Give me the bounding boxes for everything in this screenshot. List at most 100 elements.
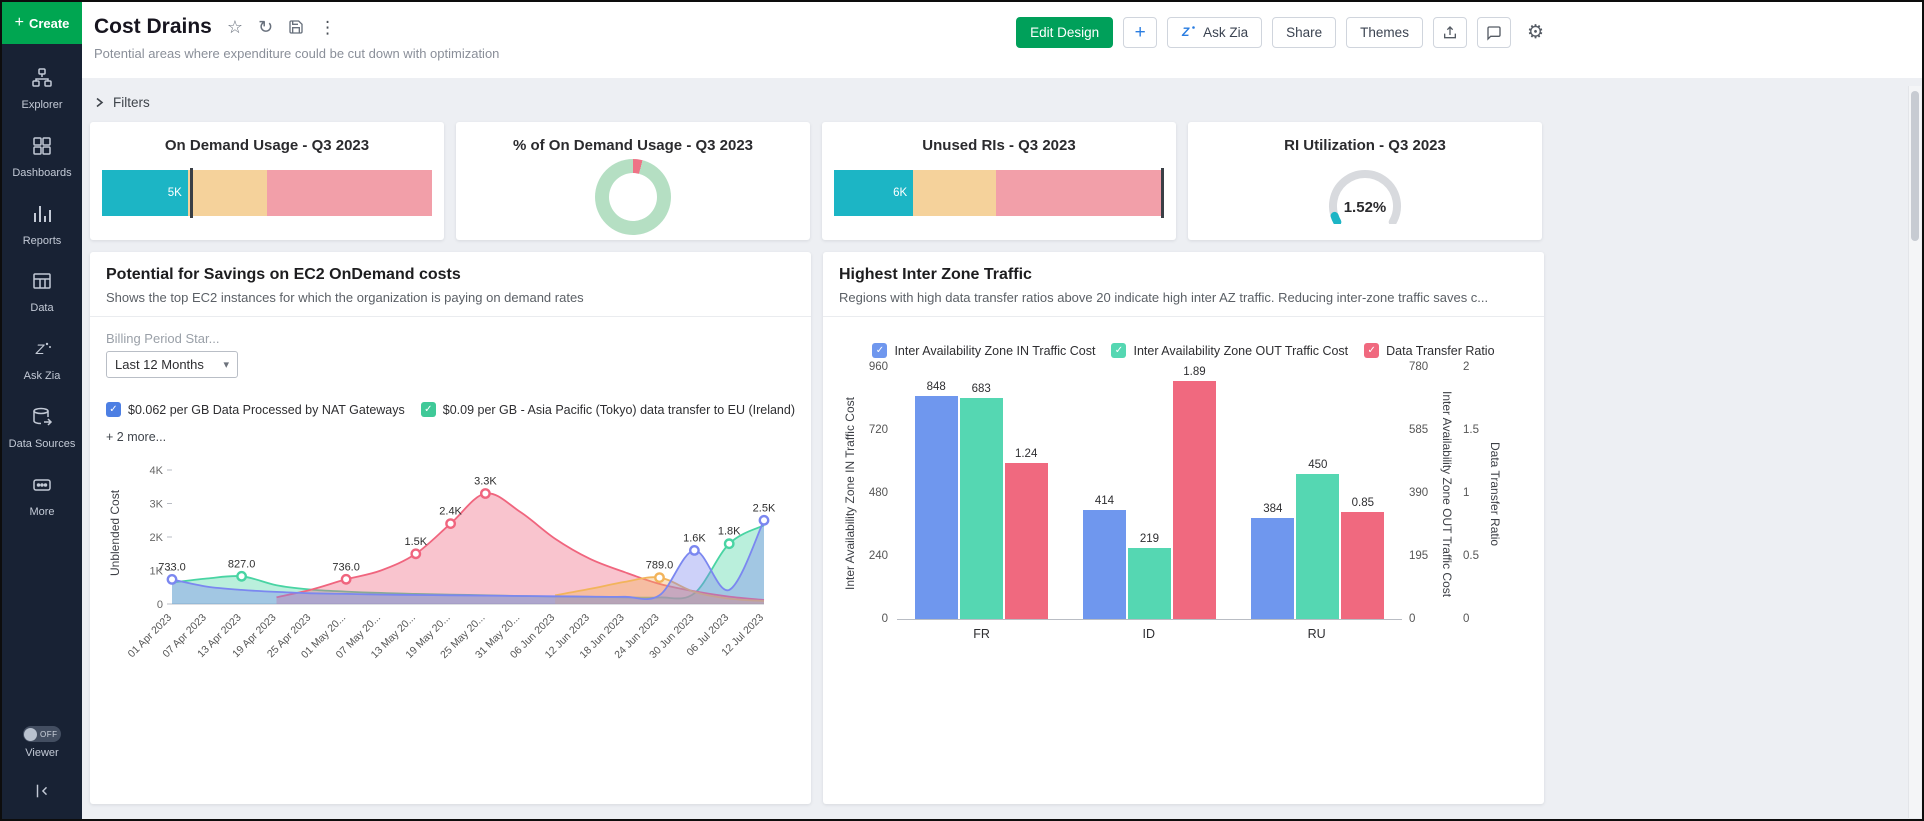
viewer-toggle-item[interactable]: OFF Viewer — [2, 715, 82, 772]
sidebar-item-label: More — [29, 506, 54, 520]
right-y-axis-1-title: Inter Availability Zone OUT Traffic Cost — [1438, 368, 1456, 620]
kpi-title: On Demand Usage - Q3 2023 — [90, 137, 444, 154]
bar[interactable]: 0.85 — [1341, 497, 1384, 619]
area-chart-plot[interactable]: 4K3K2K1K0733.0827.0736.01.5K2.4K3.3K789.… — [124, 458, 789, 681]
toggle-state-label: OFF — [40, 730, 58, 739]
axis-tick-label: 585 — [1409, 424, 1428, 436]
legend-label: Inter Availability Zone OUT Traffic Cost — [1133, 344, 1348, 358]
share-button[interactable]: Share — [1272, 17, 1336, 48]
toggle-knob — [24, 728, 37, 741]
comment-button[interactable] — [1477, 17, 1511, 48]
bar-value-label: 450 — [1308, 459, 1327, 471]
legend-item[interactable]: ✓ Inter Availability Zone IN Traffic Cos… — [872, 343, 1095, 358]
ask-zia-button[interactable]: Z Ask Zia — [1167, 17, 1262, 48]
bar[interactable]: 848 — [915, 381, 958, 619]
data-point-marker[interactable] — [655, 573, 663, 581]
sidebar-item-data-sources[interactable]: Data Sources — [2, 395, 82, 463]
svg-text:3K: 3K — [150, 499, 164, 511]
data-point-marker[interactable] — [412, 550, 420, 558]
svg-text:736.0: 736.0 — [332, 561, 360, 573]
sidebar-item-dashboards[interactable]: Dashboards — [2, 124, 82, 192]
bar[interactable]: 384 — [1251, 503, 1294, 619]
legend-label: Data Transfer Ratio — [1386, 344, 1494, 358]
data-point-marker[interactable] — [342, 575, 350, 583]
data-point-marker[interactable] — [446, 519, 454, 527]
bullet-segment[interactable]: 6K — [834, 170, 913, 216]
data-point-marker[interactable] — [168, 575, 176, 583]
filters-toggle[interactable]: Filters — [90, 86, 1922, 118]
kpi-card-unused-ris[interactable]: Unused RIs - Q3 2023 6K — [822, 122, 1176, 240]
edit-design-button[interactable]: Edit Design — [1016, 17, 1113, 48]
legend-item[interactable]: ✓ Inter Availability Zone OUT Traffic Co… — [1111, 343, 1348, 358]
add-button[interactable]: + — [1123, 17, 1157, 48]
svg-text:2K: 2K — [150, 532, 164, 544]
billing-period-dropdown[interactable]: Last 12 Months ▾ — [106, 351, 238, 378]
sidebar-item-reports[interactable]: Reports — [2, 192, 82, 260]
bullet-segment[interactable] — [996, 170, 1164, 216]
bar[interactable]: 219 — [1128, 533, 1171, 619]
sidebar-item-explorer[interactable]: Explorer — [2, 56, 82, 124]
bar[interactable]: 1.89 — [1173, 366, 1216, 619]
themes-button[interactable]: Themes — [1346, 17, 1423, 48]
legend-checkbox-icon[interactable]: ✓ — [106, 402, 121, 417]
bullet-segment[interactable] — [188, 170, 267, 216]
save-icon[interactable] — [288, 19, 304, 35]
sidebar-item-label: Reports — [23, 235, 62, 249]
legend-item[interactable]: ✓ $0.09 per GB - Asia Pacific (Tokyo) da… — [421, 402, 795, 417]
bullet-value-label: 6K — [893, 187, 913, 199]
favorite-star-icon[interactable]: ☆ — [227, 18, 243, 36]
check-icon: ✓ — [876, 345, 884, 356]
data-point-marker[interactable] — [725, 540, 733, 548]
gauge-value: 1.52% — [1344, 199, 1387, 216]
more-options-icon[interactable]: ⋮ — [319, 19, 336, 36]
sidebar-item-more[interactable]: More — [2, 463, 82, 531]
vertical-scrollbar[interactable] — [1908, 86, 1921, 818]
bullet-segment[interactable] — [913, 170, 996, 216]
bullet-segment[interactable]: 5K — [102, 170, 188, 216]
svg-text:3.3K: 3.3K — [474, 476, 497, 488]
bar[interactable]: 683 — [960, 383, 1003, 619]
sidebar-bottom: OFF Viewer — [2, 715, 82, 819]
legend-item[interactable]: ✓ Data Transfer Ratio — [1364, 343, 1494, 358]
explorer-icon — [31, 67, 53, 94]
bar[interactable]: 450 — [1296, 459, 1339, 619]
panel-body: Billing Period Star... Last 12 Months ▾ … — [90, 317, 811, 681]
legend-checkbox-icon[interactable]: ✓ — [872, 343, 887, 358]
sidebar-item-label: Data — [30, 302, 53, 316]
right-axis-1-ticks: 7805853901950 — [1402, 368, 1438, 620]
settings-gear-icon[interactable]: ⚙ — [1527, 21, 1544, 44]
kpi-title: Unused RIs - Q3 2023 — [822, 137, 1176, 154]
axis-tick-label: 1.5 — [1463, 424, 1479, 436]
data-point-marker[interactable] — [760, 516, 768, 524]
export-button[interactable] — [1433, 17, 1467, 48]
scrollbar-thumb[interactable] — [1911, 91, 1919, 241]
viewer-toggle-switch[interactable]: OFF — [23, 726, 61, 742]
bar-group: 8486831.24 — [915, 381, 1048, 619]
bar-group: 4142191.89 — [1083, 366, 1216, 619]
legend-checkbox-icon[interactable]: ✓ — [1364, 343, 1379, 358]
axis-tick-label: 0.5 — [1463, 550, 1479, 562]
kpi-card-on-demand-usage[interactable]: On Demand Usage - Q3 2023 5K — [90, 122, 444, 240]
x-axis-categories: FRIDRU — [897, 627, 1402, 641]
legend-item[interactable]: ✓ $0.062 per GB Data Processed by NAT Ga… — [106, 402, 405, 417]
bar[interactable]: 1.24 — [1005, 448, 1048, 619]
legend-checkbox-icon[interactable]: ✓ — [1111, 343, 1126, 358]
svg-text:2.5K: 2.5K — [753, 502, 776, 514]
bullet-segment[interactable] — [267, 170, 432, 216]
sidebar-item-ask-zia[interactable]: Z Ask Zia — [2, 327, 82, 395]
collapse-sidebar-button[interactable] — [33, 772, 51, 811]
sidebar-item-data[interactable]: Data — [2, 259, 82, 327]
kpi-card-percent-on-demand[interactable]: % of On Demand Usage - Q3 2023 — [456, 122, 810, 240]
data-point-marker[interactable] — [481, 489, 489, 497]
right-axis-2-ticks: 21.510.50 — [1456, 368, 1486, 620]
refresh-icon[interactable]: ↻ — [258, 18, 273, 36]
bullet-chart: 6K — [834, 170, 1164, 216]
data-point-marker[interactable] — [237, 572, 245, 580]
bar[interactable]: 414 — [1083, 495, 1126, 619]
donut-chart[interactable] — [595, 159, 671, 235]
legend-more-link[interactable]: + 2 more... — [106, 430, 166, 444]
data-point-marker[interactable] — [690, 546, 698, 554]
legend-checkbox-icon[interactable]: ✓ — [421, 402, 436, 417]
create-button[interactable]: + Create — [2, 2, 82, 44]
kpi-card-ri-utilization[interactable]: RI Utilization - Q3 2023 1.52% — [1188, 122, 1542, 240]
